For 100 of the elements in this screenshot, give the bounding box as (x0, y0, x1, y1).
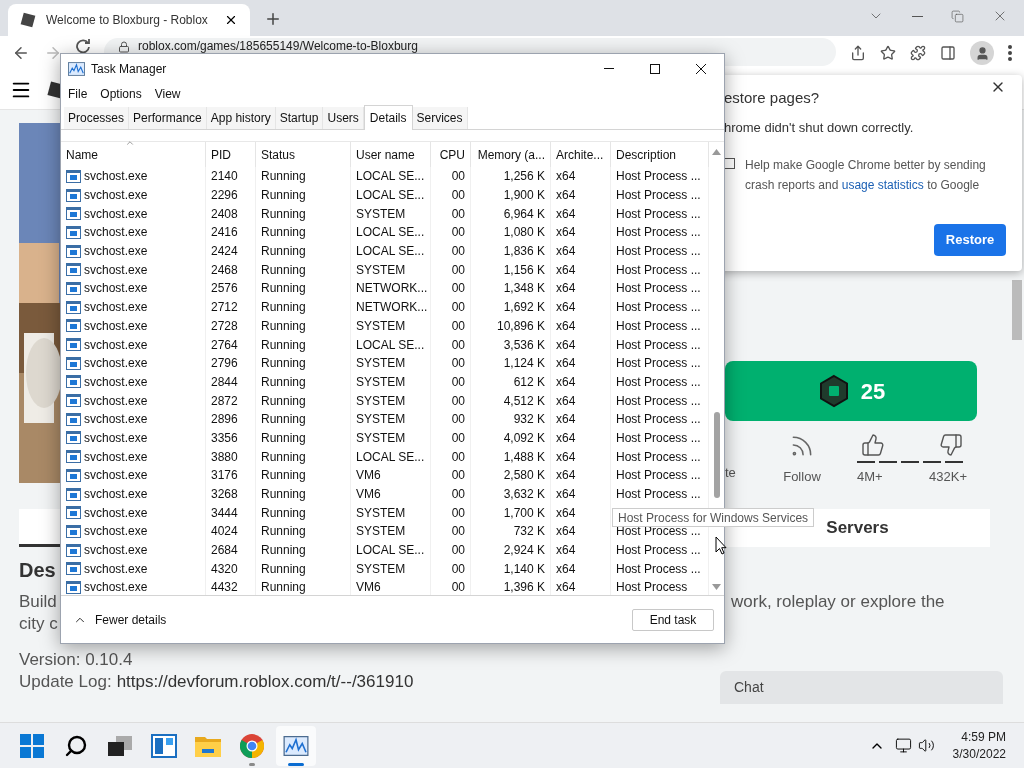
table-cell-text: VM6 (356, 467, 381, 485)
table-cell-text: Running (261, 187, 306, 205)
table-cell-text: 2844 (211, 373, 238, 391)
table-cell-text: LOCAL SE... (356, 168, 425, 186)
description-text: city c (19, 612, 58, 635)
table-cell-text: 4432 (211, 579, 238, 595)
table-cell-text: x64 (556, 373, 576, 391)
table-cell-text: Host Process ... (616, 355, 701, 373)
table-cell-text: svchost.exe (84, 205, 148, 223)
table-cell-text: LOCAL SE... (356, 224, 425, 242)
table-cell-text: x64 (556, 280, 576, 298)
table-cell-text: SYSTEM (356, 411, 406, 429)
table-cell-text: Running (261, 280, 306, 298)
table-cell-text: 4320 (211, 560, 238, 578)
table-cell-text: x64 (556, 542, 576, 560)
table-cell-text: Running (261, 261, 306, 279)
table-cell-text: svchost.exe (84, 168, 148, 186)
table-cell-text: Running (261, 336, 306, 354)
table-cell-text: 3,536 K (503, 336, 545, 354)
table-cell-text: Running (261, 355, 306, 373)
table-cell-text: 3444 (211, 504, 238, 522)
table-cell-text: 932 K (513, 411, 545, 429)
table-cell-text: 4,512 K (503, 392, 545, 410)
table-cell-text: Host Process ... (616, 411, 701, 429)
table-cell-text: Running (261, 429, 306, 447)
table-cell-text: 1,140 K (503, 560, 545, 578)
table-cell-text: svchost.exe (84, 560, 148, 578)
table-cell-text: Running (261, 467, 306, 485)
table-cell-text: Running (261, 542, 306, 560)
table-cell-text: x64 (556, 504, 576, 522)
table-cell-text: svchost.exe (84, 411, 148, 429)
table-cell-text: svchost.exe (84, 504, 148, 522)
table-cell-text: 1,080 K (503, 224, 545, 242)
table-cell-text: x64 (556, 243, 576, 261)
table-cell-text: svchost.exe (84, 299, 148, 317)
table-cell-text: x64 (556, 448, 576, 466)
table-cell-text: svchost.exe (84, 187, 148, 205)
table-cell-text: Running (261, 486, 306, 504)
table-cell-text: svchost.exe (84, 373, 148, 391)
table-cell-text: Running (261, 224, 306, 242)
table-cell-text: 1,692 K (503, 299, 545, 317)
table-cell-text: Running (261, 504, 306, 522)
like-count: 4M+ (857, 468, 883, 486)
table-cell-text: 4024 (211, 523, 238, 541)
table-cell-text: 2468 (211, 261, 238, 279)
table-cell-text: 00 (451, 317, 465, 335)
table-cell-text: Running (261, 579, 306, 595)
table-cell-text: 00 (451, 486, 465, 504)
table-cell-text: 3356 (211, 429, 238, 447)
table-cell-text: SYSTEM (356, 205, 406, 223)
table-cell-text: svchost.exe (84, 224, 148, 242)
table-cell-text: svchost.exe (84, 261, 148, 279)
table-cell-text: 2576 (211, 280, 238, 298)
table-cell-text: x64 (556, 429, 576, 447)
table-cell-text: SYSTEM (356, 317, 406, 335)
table-cell-text: svchost.exe (84, 542, 148, 560)
table-cell-text: LOCAL SE... (356, 243, 425, 261)
table-cell-text: SYSTEM (356, 373, 406, 391)
table-cell-text: svchost.exe (84, 243, 148, 261)
table-cell-text: Host Process ... (616, 280, 701, 298)
table-cell-text: Host Process ... (616, 299, 701, 317)
table-cell-text: 00 (451, 579, 465, 595)
table-cell-text: Host Process ... (616, 243, 701, 261)
table-cell-text: 3176 (211, 467, 238, 485)
table-cell-text: svchost.exe (84, 523, 148, 541)
table-cell-text: x64 (556, 224, 576, 242)
table-cell-text: 2764 (211, 336, 238, 354)
clock-date: 3/30/2022 (952, 745, 1006, 763)
table-cell-text: 1,348 K (503, 280, 545, 298)
table-cell-text: 1,900 K (503, 187, 545, 205)
table-cell-text: LOCAL SE... (356, 448, 425, 466)
table-cell-text: 00 (451, 523, 465, 541)
description-text: work, roleplay or explore the (731, 590, 945, 613)
table-cell-text: x64 (556, 467, 576, 485)
table-cell-text: SYSTEM (356, 392, 406, 410)
table-cell-text: svchost.exe (84, 336, 148, 354)
table-cell-text: Host Process ... (616, 205, 701, 223)
table-cell-text: 00 (451, 261, 465, 279)
table-cell-text: 1,156 K (503, 261, 545, 279)
table-cell-text: x64 (556, 486, 576, 504)
table-cell-text: 00 (451, 373, 465, 391)
table-cell-text: 1,396 K (503, 579, 545, 595)
table-cell-text: Host Process ... (616, 560, 701, 578)
table-cell-text: Running (261, 411, 306, 429)
checkbox-label: Help make Google Chrome better by sending crash reports and usage statistics to Google (745, 157, 987, 194)
table-cell-text: Host Process ... (616, 261, 701, 279)
table-cell-text: 00 (451, 448, 465, 466)
table-cell-text: Host Process ... (616, 486, 701, 504)
table-cell-text: Host Process ... (616, 224, 701, 242)
table-cell-text: Host Process ... (616, 429, 701, 447)
table-cell-text: 1,836 K (503, 243, 545, 261)
table-cell-text: Host Process ... (616, 317, 701, 335)
table-cell-text: 3268 (211, 486, 238, 504)
table-cell-text: NETWORK... (356, 280, 428, 298)
table-cell-text: SYSTEM (356, 429, 406, 447)
table-cell-text: Running (261, 373, 306, 391)
version-text: Version: 0.10.4 (19, 648, 133, 671)
table-cell-text: x64 (556, 355, 576, 373)
table-cell-text: x64 (556, 336, 576, 354)
table-cell-text: VM6 (356, 579, 381, 595)
